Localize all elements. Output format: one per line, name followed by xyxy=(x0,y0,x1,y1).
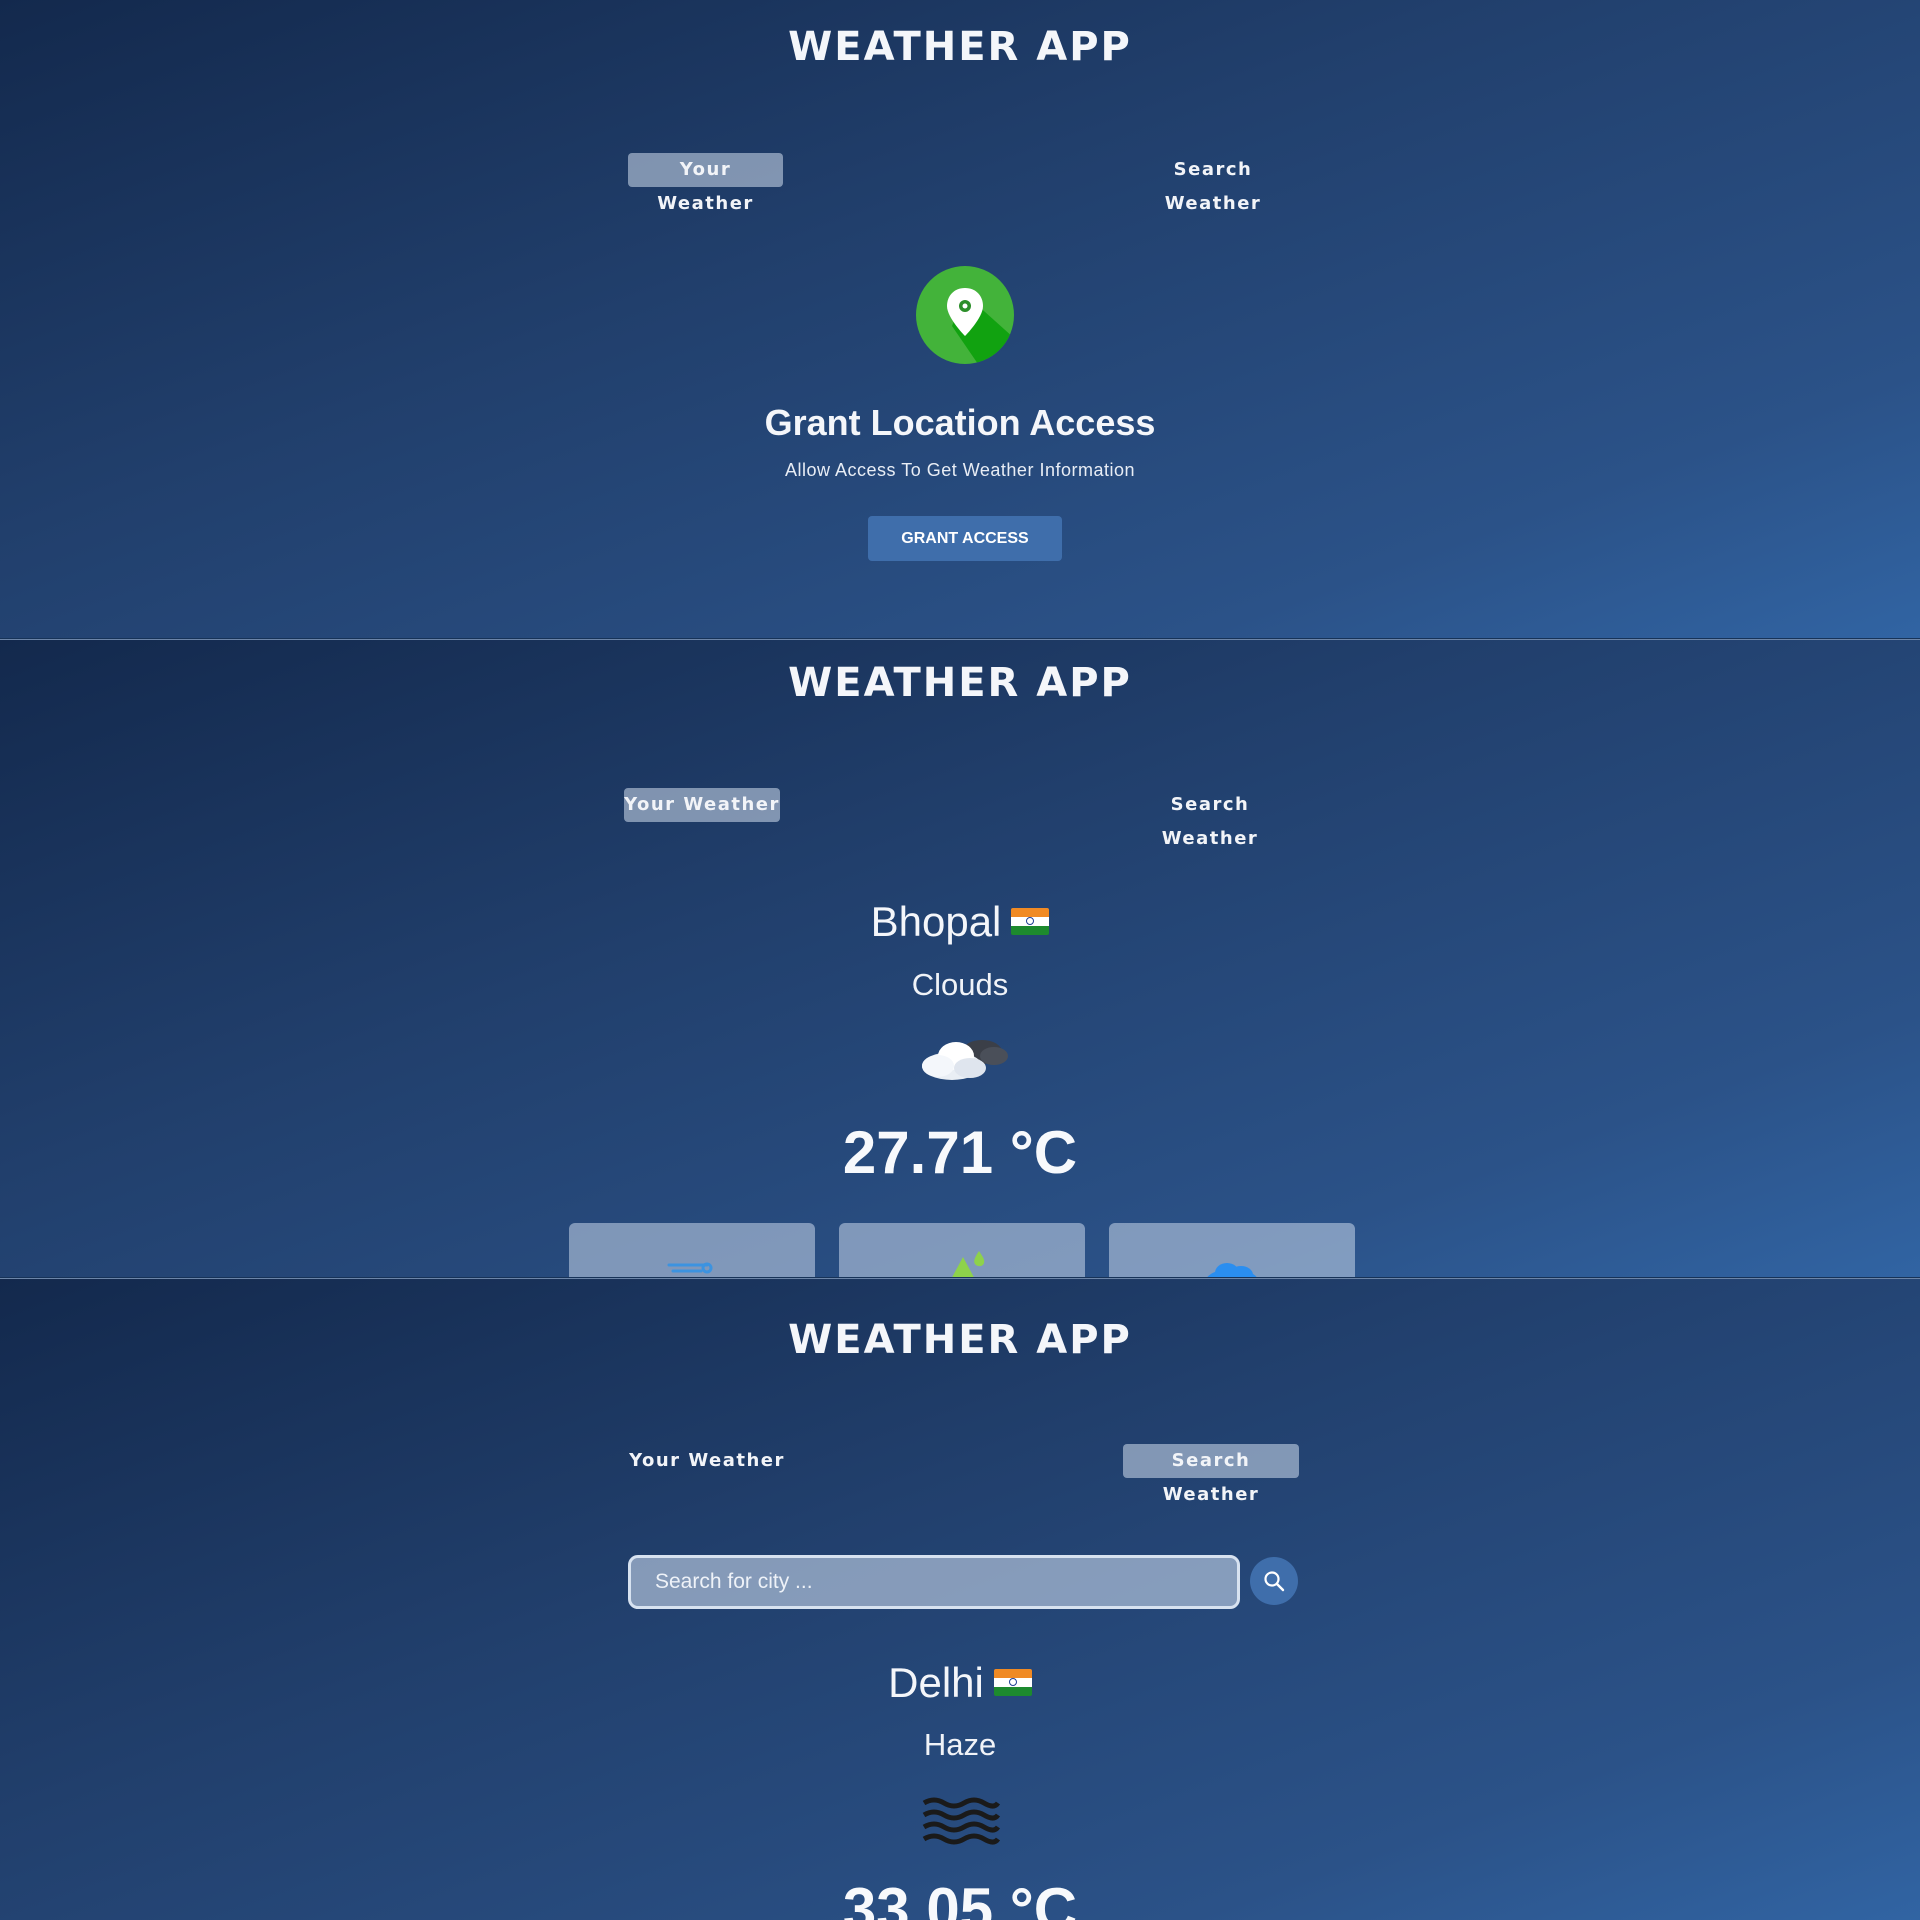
wind-card xyxy=(569,1223,815,1277)
temperature: 27.71 °C xyxy=(842,1119,1078,1186)
weather-description: Haze xyxy=(923,1727,997,1762)
tab-your-weather[interactable]: Your Weather xyxy=(624,788,780,822)
tab-your-weather[interactable]: Your Weather xyxy=(628,1444,786,1478)
india-flag-icon xyxy=(1011,908,1050,936)
grant-subtitle: Allow Access To Get Weather Information xyxy=(785,460,1135,480)
grant-access-screen: WEATHER APP Your Weather Search Weather … xyxy=(0,0,1920,638)
search-input[interactable] xyxy=(628,1555,1240,1609)
location-pin-icon xyxy=(916,266,1014,364)
tab-search-weather[interactable]: Search Weather xyxy=(1126,153,1300,214)
weather-description: Clouds xyxy=(911,967,1009,1002)
cloudiness-card xyxy=(1109,1223,1355,1277)
search-weather-screen: WEATHER APP Your Weather Search Weather … xyxy=(0,1278,1920,1920)
city-name: Delhi xyxy=(888,1659,984,1706)
haze-icon xyxy=(920,1795,1001,1847)
search-icon xyxy=(1264,1571,1285,1592)
city-row: Delhi xyxy=(0,1659,1920,1707)
tab-your-weather[interactable]: Your Weather xyxy=(628,153,783,214)
search-button[interactable] xyxy=(1250,1557,1298,1605)
humidity-icon xyxy=(952,1251,985,1277)
your-weather-screen: WEATHER APP Your Weather Search Weather … xyxy=(0,639,1920,1277)
tab-search-weather[interactable]: Search Weather xyxy=(1123,788,1297,849)
humidity-card xyxy=(839,1223,1085,1277)
city-name: Bhopal xyxy=(870,898,1002,945)
app-title: WEATHER APP xyxy=(788,24,1132,70)
city-row: Bhopal xyxy=(0,898,1920,946)
app-title: WEATHER APP xyxy=(788,1317,1132,1363)
grant-access-button[interactable]: GRANT ACCESS xyxy=(868,516,1062,561)
wind-icon xyxy=(667,1262,713,1274)
india-flag-icon xyxy=(993,1669,1032,1697)
grant-title: Grant Location Access xyxy=(764,402,1156,443)
cloudiness-icon xyxy=(1207,1263,1257,1277)
cloud-icon xyxy=(914,1028,1014,1088)
tab-search-weather[interactable]: Search Weather xyxy=(1123,1444,1299,1505)
app-title: WEATHER APP xyxy=(788,660,1132,706)
temperature: 33.05 °C xyxy=(842,1876,1078,1920)
